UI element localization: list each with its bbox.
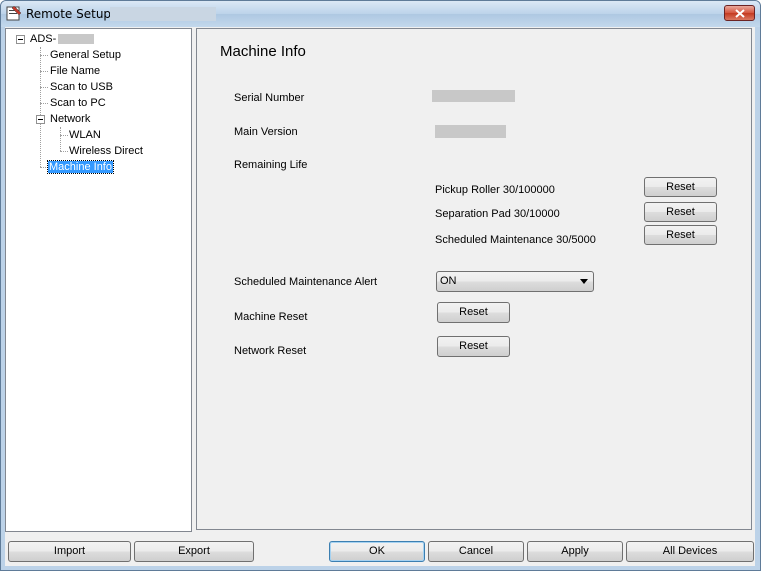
- tree-root-label: ADS-: [30, 33, 57, 45]
- collapse-root-icon[interactable]: [16, 35, 25, 44]
- page-title: Machine Info: [220, 43, 306, 60]
- title-bar: Remote Setup -: [1, 1, 760, 27]
- maintenance-alert-label: Scheduled Maintenance Alert: [234, 276, 378, 288]
- separation-pad-label: Separation Pad 30/10000: [435, 208, 560, 220]
- reset-pickup-roller-button[interactable]: Reset: [644, 177, 717, 197]
- network-reset-label: Network Reset: [234, 345, 307, 357]
- remaining-life-label: Remaining Life: [234, 159, 308, 171]
- remote-setup-window: Remote Setup - ADS- General Setup File N…: [0, 0, 761, 571]
- tree-line: [40, 87, 48, 88]
- collapse-network-icon[interactable]: [36, 115, 45, 124]
- pickup-roller-label: Pickup Roller 30/100000: [435, 184, 555, 196]
- tree-line: [40, 71, 48, 72]
- tree-line: [60, 127, 61, 151]
- apply-button[interactable]: Apply: [527, 541, 623, 562]
- machine-reset-button[interactable]: Reset: [437, 302, 510, 323]
- redacted-serial-number: [432, 90, 515, 102]
- cancel-button[interactable]: Cancel: [428, 541, 524, 562]
- tree-item-label: Wireless Direct: [69, 145, 143, 157]
- tree-item-label: WLAN: [69, 129, 101, 141]
- tree-item-scan-to-usb[interactable]: Scan to USB: [49, 79, 114, 95]
- tree-line: [60, 151, 68, 152]
- app-icon: [6, 5, 22, 21]
- tree-line: [40, 103, 48, 104]
- tree-item-general-setup[interactable]: General Setup: [49, 47, 122, 63]
- machine-info-panel: Machine Info Serial Number Main Version …: [196, 28, 752, 530]
- tree-item-label: Scan to USB: [50, 81, 113, 93]
- ok-button[interactable]: OK: [329, 541, 425, 562]
- maintenance-alert-value: ON: [440, 275, 457, 287]
- tree-line: [40, 47, 41, 167]
- tree-item-network[interactable]: Network: [49, 111, 91, 127]
- close-button[interactable]: [724, 5, 755, 21]
- close-icon: [735, 9, 745, 18]
- tree-item-file-name[interactable]: File Name: [49, 63, 101, 79]
- machine-reset-label: Machine Reset: [234, 311, 308, 323]
- tree-item-label: Network: [50, 113, 91, 125]
- dropdown-arrow-icon: [580, 279, 588, 284]
- reset-scheduled-maintenance-button[interactable]: Reset: [644, 225, 717, 245]
- client-area: ADS- General Setup File Name Scan to USB…: [5, 27, 755, 566]
- tree-item-wlan[interactable]: WLAN: [68, 127, 102, 143]
- tree-item-label: Machine Info: [47, 160, 114, 174]
- tree-line: [60, 135, 68, 136]
- export-button[interactable]: Export: [134, 541, 254, 562]
- redacted-main-version: [435, 125, 506, 138]
- tree-item-wireless-direct[interactable]: Wireless Direct: [68, 143, 144, 159]
- tree-line: [40, 55, 48, 56]
- scheduled-maintenance-label: Scheduled Maintenance 30/5000: [435, 234, 596, 246]
- window-title: Remote Setup -: [26, 7, 120, 21]
- tree-item-scan-to-pc[interactable]: Scan to PC: [49, 95, 107, 111]
- main-version-label: Main Version: [234, 126, 298, 138]
- tree-item-label: Scan to PC: [50, 97, 106, 109]
- tree-item-label: File Name: [50, 65, 101, 77]
- network-reset-button[interactable]: Reset: [437, 336, 510, 357]
- all-devices-button[interactable]: All Devices: [626, 541, 754, 562]
- import-button[interactable]: Import: [8, 541, 131, 562]
- redacted-device-name: [110, 7, 216, 21]
- tree-item-label: General Setup: [50, 49, 121, 61]
- settings-tree[interactable]: ADS- General Setup File Name Scan to USB…: [5, 28, 192, 532]
- redacted-model: [58, 34, 95, 45]
- tree-root[interactable]: ADS-: [29, 31, 95, 47]
- maintenance-alert-dropdown[interactable]: ON: [436, 271, 594, 292]
- tree-line: [40, 167, 48, 168]
- serial-number-label: Serial Number: [234, 92, 305, 104]
- tree-item-machine-info[interactable]: Machine Info: [47, 159, 114, 175]
- reset-separation-pad-button[interactable]: Reset: [644, 202, 717, 222]
